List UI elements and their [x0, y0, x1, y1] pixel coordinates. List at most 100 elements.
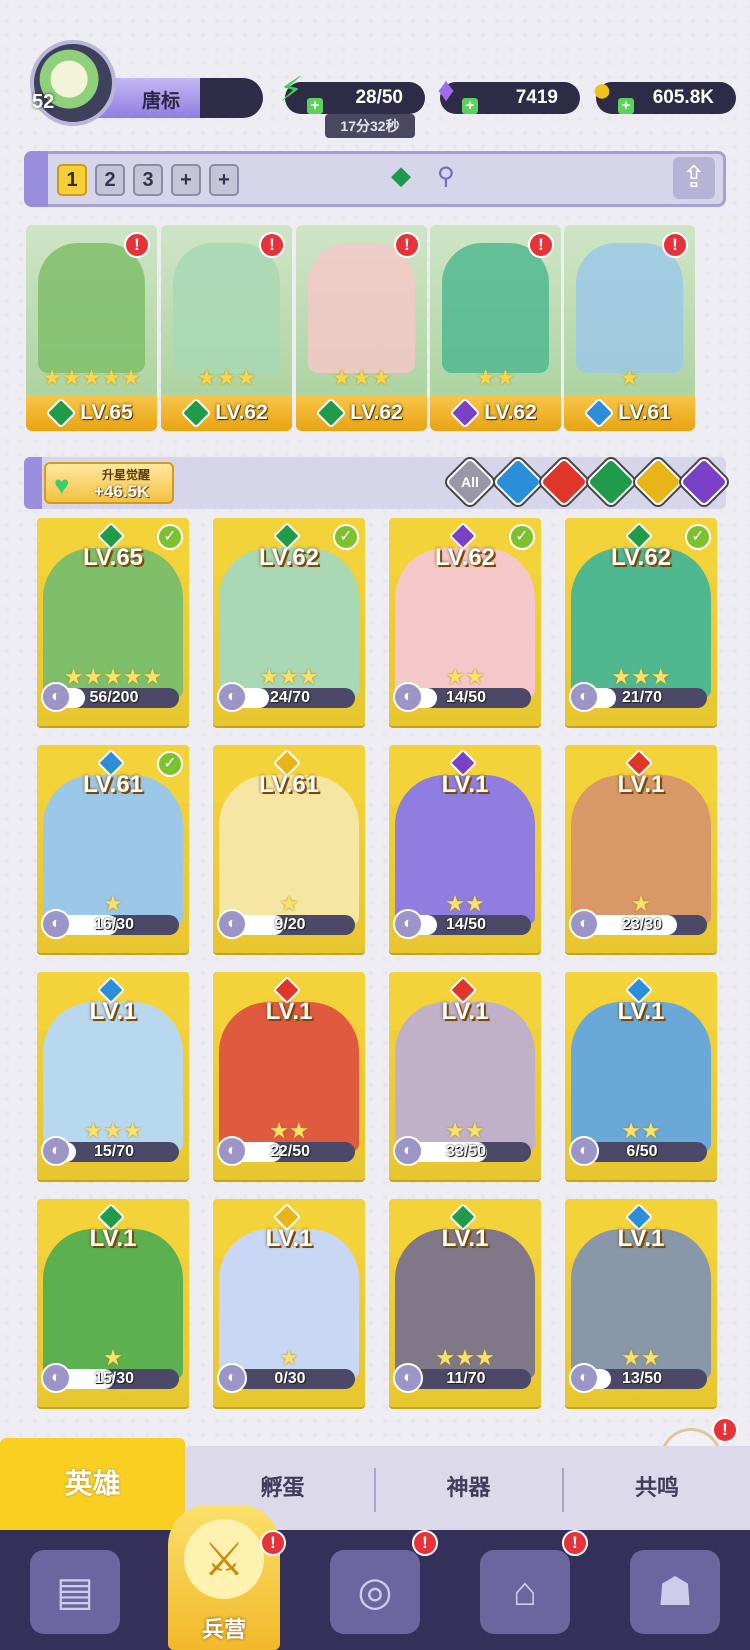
- team-tab-3[interactable]: 3: [133, 164, 163, 196]
- add-gems-icon[interactable]: +: [462, 98, 478, 114]
- share-icon[interactable]: ⇪: [673, 157, 715, 199]
- team-tab-2[interactable]: 2: [95, 164, 125, 196]
- nav-cards-icon[interactable]: ▤: [30, 1550, 120, 1634]
- add-stamina-icon[interactable]: +: [307, 98, 323, 114]
- water-element-icon: [583, 397, 615, 430]
- shard-icon: ◐: [569, 682, 599, 712]
- team-level: LV.61: [618, 401, 671, 424]
- nature-element-icon: [315, 397, 347, 430]
- hero-portrait: [173, 243, 280, 373]
- hero-level: LV.1: [441, 771, 489, 798]
- stamina-counter[interactable]: ⚡ + 28/50: [279, 71, 425, 114]
- shard-icon: ◐: [569, 1363, 599, 1393]
- search-icon[interactable]: ⚲: [437, 162, 455, 191]
- team-alert-icon: !: [394, 232, 420, 258]
- dark-element-icon: [449, 397, 481, 430]
- hero-card[interactable]: ✓ LV.62 ★★ 14/50 ◐: [389, 518, 541, 726]
- hero-level: LV.62: [610, 544, 672, 571]
- hero-card[interactable]: ✓ LV.62 ★★★ 24/70 ◐: [213, 518, 365, 726]
- shard-icon: ◐: [41, 1136, 71, 1166]
- shard-icon: ◐: [393, 1136, 423, 1166]
- bottom-nav: ▤ ◎ ⌂ ☗: [0, 1530, 750, 1650]
- team-tab-add-2[interactable]: +: [209, 164, 239, 196]
- hero-card[interactable]: LV.1 ★★★ 11/70 ◐: [389, 1199, 541, 1407]
- hero-level: LV.1: [617, 1225, 665, 1252]
- shard-icon: ◐: [41, 1363, 71, 1393]
- hero-card[interactable]: LV.1 ★★ 13/50 ◐: [565, 1199, 717, 1407]
- team-level-band: LV.61: [564, 395, 695, 431]
- hero-card[interactable]: LV.1 ★★★ 15/70 ◐: [37, 972, 189, 1180]
- map-alert-icon: !: [412, 1530, 438, 1556]
- hero-level: LV.1: [89, 1225, 137, 1252]
- gold-value: 605.8K: [652, 87, 714, 108]
- shard-icon: ◐: [393, 909, 423, 939]
- hero-portrait: [308, 243, 415, 373]
- shard-icon: ◐: [393, 682, 423, 712]
- hero-level: LV.61: [82, 771, 144, 798]
- awaken-button[interactable]: ♥ 升星觉醒 +46.5K: [44, 462, 174, 504]
- shard-icon: ◐: [393, 1363, 423, 1393]
- shard-icon: ◐: [41, 909, 71, 939]
- team-tab-add-1[interactable]: +: [171, 164, 201, 196]
- sub-tab-bar: 英雄 孵蛋 神器 共鸣: [0, 1438, 750, 1530]
- barracks-alert-icon: !: [260, 1530, 286, 1556]
- shard-icon: ◐: [569, 1136, 599, 1166]
- hero-card[interactable]: LV.1 ★★ 22/50 ◐: [213, 972, 365, 1180]
- nav-guild-icon[interactable]: ☗: [630, 1550, 720, 1634]
- team-level: LV.65: [80, 401, 133, 424]
- hero-card[interactable]: LV.61 ★ 9/20 ◐: [213, 745, 365, 953]
- hero-level: LV.1: [89, 998, 137, 1025]
- temple-alert-icon: !: [562, 1530, 588, 1556]
- hero-card[interactable]: ✓ LV.62 ★★★ 21/70 ◐: [565, 518, 717, 726]
- tab-heroes[interactable]: 英雄: [0, 1438, 185, 1530]
- hero-card[interactable]: LV.1 ★ 0/30 ◐: [213, 1199, 365, 1407]
- hero-level: LV.1: [265, 998, 313, 1025]
- team-level-band: LV.62: [296, 395, 427, 431]
- stamina-timer: 17分32秒: [325, 114, 415, 138]
- nature-element-icon: [45, 397, 77, 430]
- hero-card[interactable]: LV.1 ★ 23/30 ◐: [565, 745, 717, 953]
- nav-map-icon[interactable]: ◎: [330, 1550, 420, 1634]
- floating-alert-icon: !: [712, 1417, 738, 1443]
- tab-resonance[interactable]: 共鸣: [564, 1446, 750, 1530]
- shard-icon: ◐: [41, 682, 71, 712]
- shard-icon: ◐: [217, 1136, 247, 1166]
- hero-card[interactable]: LV.1 ★ 15/30 ◐: [37, 1199, 189, 1407]
- nature-element-icon[interactable]: ◆: [391, 160, 411, 191]
- team-level: LV.62: [350, 401, 403, 424]
- hero-card[interactable]: ✓ LV.65 ★★★★★ 56/200 ◐: [37, 518, 189, 726]
- barracks-label: 兵营: [201, 1617, 246, 1642]
- hero-card[interactable]: LV.1 ★★ 14/50 ◐: [389, 745, 541, 953]
- hero-card[interactable]: LV.1 ★★ 6/50 ◐: [565, 972, 717, 1180]
- hero-level: LV.61: [258, 771, 320, 798]
- hero-level: LV.1: [265, 1225, 313, 1252]
- hero-portrait: [38, 243, 145, 373]
- add-gold-icon[interactable]: +: [618, 98, 634, 114]
- coin-icon: ●: [591, 71, 613, 109]
- gold-counter[interactable]: ● + 605.8K: [592, 71, 736, 114]
- diamond-icon: ♦: [437, 71, 455, 109]
- awaken-value: +46.5K: [94, 482, 150, 501]
- tab-artifact[interactable]: 神器: [376, 1446, 561, 1530]
- shard-icon: ◐: [217, 909, 247, 939]
- gem-value: 7419: [515, 87, 558, 108]
- gem-counter[interactable]: ♦ + 7419: [437, 71, 580, 114]
- nav-barracks[interactable]: ⚔ 兵营: [168, 1505, 280, 1650]
- team-alert-icon: !: [662, 232, 688, 258]
- player-avatar[interactable]: 52: [30, 40, 116, 126]
- team-alert-icon: !: [124, 232, 150, 258]
- team-stars: ★★★★★: [42, 365, 141, 390]
- hero-card[interactable]: ✓ LV.61 ★ 16/30 ◐: [37, 745, 189, 953]
- team-alert-icon: !: [259, 232, 285, 258]
- hero-level: LV.1: [441, 998, 489, 1025]
- hero-level: LV.1: [617, 771, 665, 798]
- nav-temple-icon[interactable]: ⌂: [480, 1550, 570, 1634]
- team-stars: ★★★: [196, 365, 257, 390]
- nature-element-icon: [180, 397, 212, 430]
- team-level-band: LV.65: [26, 395, 157, 431]
- hero-card[interactable]: LV.1 ★★ 33/50 ◐: [389, 972, 541, 1180]
- team-alert-icon: !: [528, 232, 554, 258]
- team-stars: ★★: [475, 365, 516, 390]
- team-tab-1[interactable]: 1: [57, 164, 87, 196]
- hero-portrait: [576, 243, 683, 373]
